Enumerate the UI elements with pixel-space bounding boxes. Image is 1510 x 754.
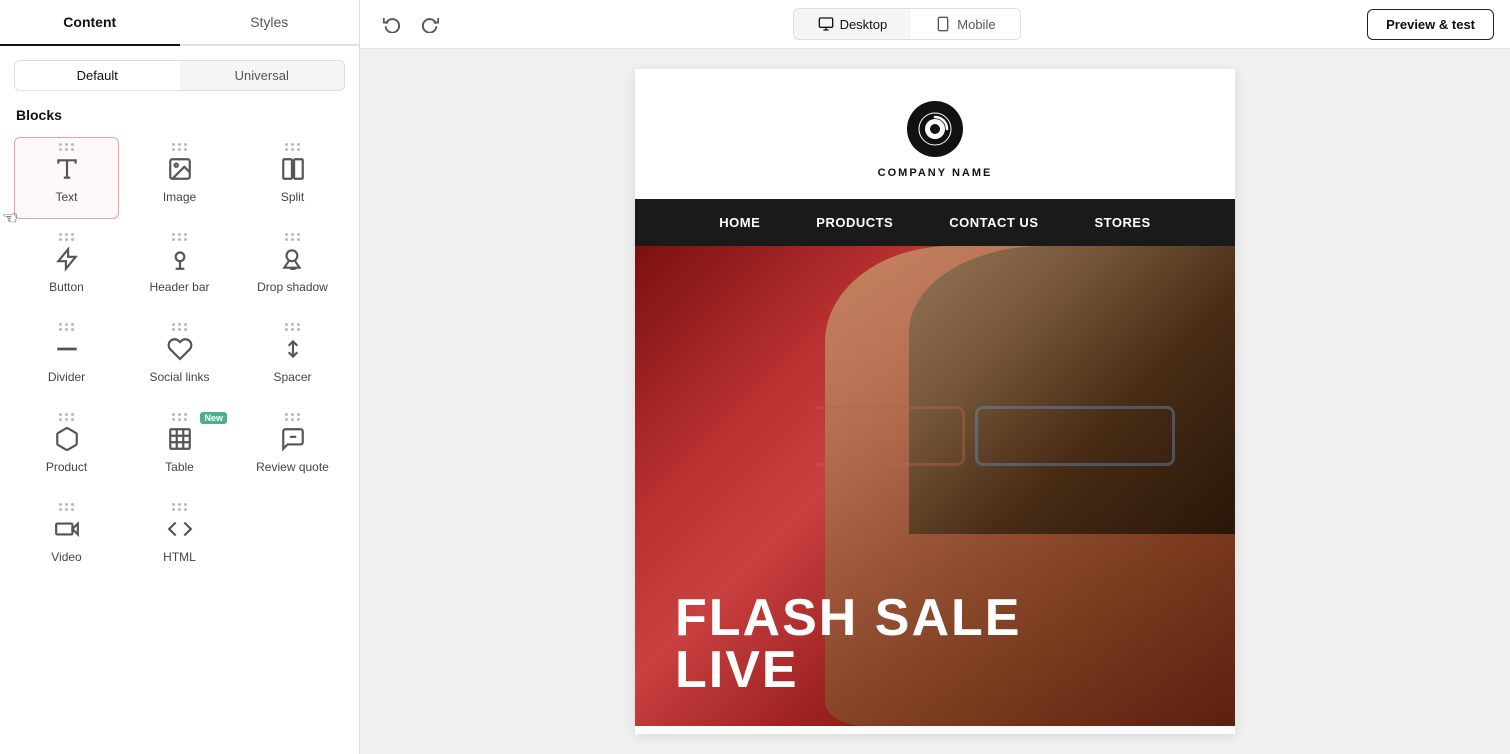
tab-bar: Content Styles [0,0,359,46]
drag-handle-drop-shadow [285,233,301,241]
toolbar: Desktop Mobile Preview & test [360,0,1510,49]
undo-button[interactable] [376,8,408,40]
drag-handle-header-bar [172,233,188,241]
block-social-links-label: Social links [149,370,209,384]
drag-handle-text [59,143,75,151]
drag-handle-button [59,233,75,241]
block-spacer-label: Spacer [273,370,311,384]
block-text-label: Text [55,190,77,204]
block-image[interactable]: Image [127,137,232,219]
video-icon [52,514,82,544]
preview-test-button[interactable]: Preview & test [1367,9,1494,40]
nav-products: PRODUCTS [788,199,921,246]
split-icon [278,154,308,184]
block-product-label: Product [46,460,87,474]
drag-handle-review-quote [285,413,301,421]
block-split[interactable]: Split [240,137,345,219]
block-header-bar[interactable]: Header bar [127,227,232,309]
nav-stores: STORES [1067,199,1179,246]
block-header-bar-label: Header bar [149,280,209,294]
divider-icon [52,334,82,364]
desktop-label: Desktop [840,17,888,32]
social-links-icon [165,334,195,364]
block-button-label: Button [49,280,84,294]
hero-line1: FLASH SALE [675,592,1021,644]
text-icon [52,154,82,184]
mobile-label: Mobile [957,17,995,32]
drag-handle-product [59,413,75,421]
block-table[interactable]: Table New [127,407,232,489]
block-video-label: Video [51,550,81,564]
block-drop-shadow[interactable]: Drop shadow [240,227,345,309]
block-social-links[interactable]: Social links [127,317,232,399]
hero-section: FLASH SALE LIVE [635,246,1235,726]
email-canvas: COMPANY NAME HOME PRODUCTS CONTACT US ST… [635,69,1235,734]
block-review-quote[interactable]: Review quote [240,407,345,489]
toolbar-history [376,8,446,40]
html-icon [165,514,195,544]
drag-handle-html [172,503,188,511]
new-badge-table: New [200,412,227,424]
device-toggle: Desktop Mobile [793,8,1021,40]
block-video[interactable]: Video [14,497,119,579]
drop-shadow-icon [278,244,308,274]
hero-text: FLASH SALE LIVE [675,592,1021,696]
tab-styles[interactable]: Styles [180,0,360,44]
nav-contact-us: CONTACT US [921,199,1066,246]
drag-handle-spacer [285,323,301,331]
drag-handle-split [285,143,301,151]
drag-handle-image [172,143,188,151]
block-drop-shadow-label: Drop shadow [257,280,328,294]
tab-content[interactable]: Content [0,0,180,44]
company-name: COMPANY NAME [878,167,993,179]
block-divider-label: Divider [48,370,85,384]
hero-line2: LIVE [675,644,1021,696]
spacer-icon [278,334,308,364]
drag-handle-video [59,503,75,511]
default-universal-toggle: Default Universal [14,60,345,91]
blocks-section-title: Blocks [0,101,359,133]
drag-handle-divider [59,323,75,331]
image-icon [165,154,195,184]
block-image-label: Image [163,190,196,204]
mobile-button[interactable]: Mobile [911,9,1019,39]
table-icon [165,424,195,454]
canvas-area: COMPANY NAME HOME PRODUCTS CONTACT US ST… [360,49,1510,754]
block-product[interactable]: Product [14,407,119,489]
email-nav: HOME PRODUCTS CONTACT US STORES [635,199,1235,246]
product-icon [52,424,82,454]
company-logo [905,99,965,159]
block-table-label: Table [165,460,194,474]
desktop-button[interactable]: Desktop [794,9,912,39]
block-review-quote-label: Review quote [256,460,329,474]
blocks-grid: Text Image [0,133,359,583]
button-icon [52,244,82,274]
block-split-label: Split [281,190,304,204]
drag-handle-table [172,413,188,421]
email-header: COMPANY NAME [635,69,1235,199]
block-button[interactable]: Button [14,227,119,309]
left-panel: Content Styles Default Universal Blocks … [0,0,360,754]
block-html-label: HTML [163,550,196,564]
block-spacer[interactable]: Spacer [240,317,345,399]
drag-handle-social-links [172,323,188,331]
block-divider[interactable]: Divider [14,317,119,399]
review-quote-icon [278,424,308,454]
header-bar-icon [165,244,195,274]
redo-button[interactable] [414,8,446,40]
toggle-universal[interactable]: Universal [180,61,345,90]
block-text[interactable]: Text [14,137,119,219]
block-html[interactable]: HTML [127,497,232,579]
nav-home: HOME [691,199,788,246]
main-area: Desktop Mobile Preview & test [360,0,1510,754]
toggle-default[interactable]: Default [15,61,180,90]
